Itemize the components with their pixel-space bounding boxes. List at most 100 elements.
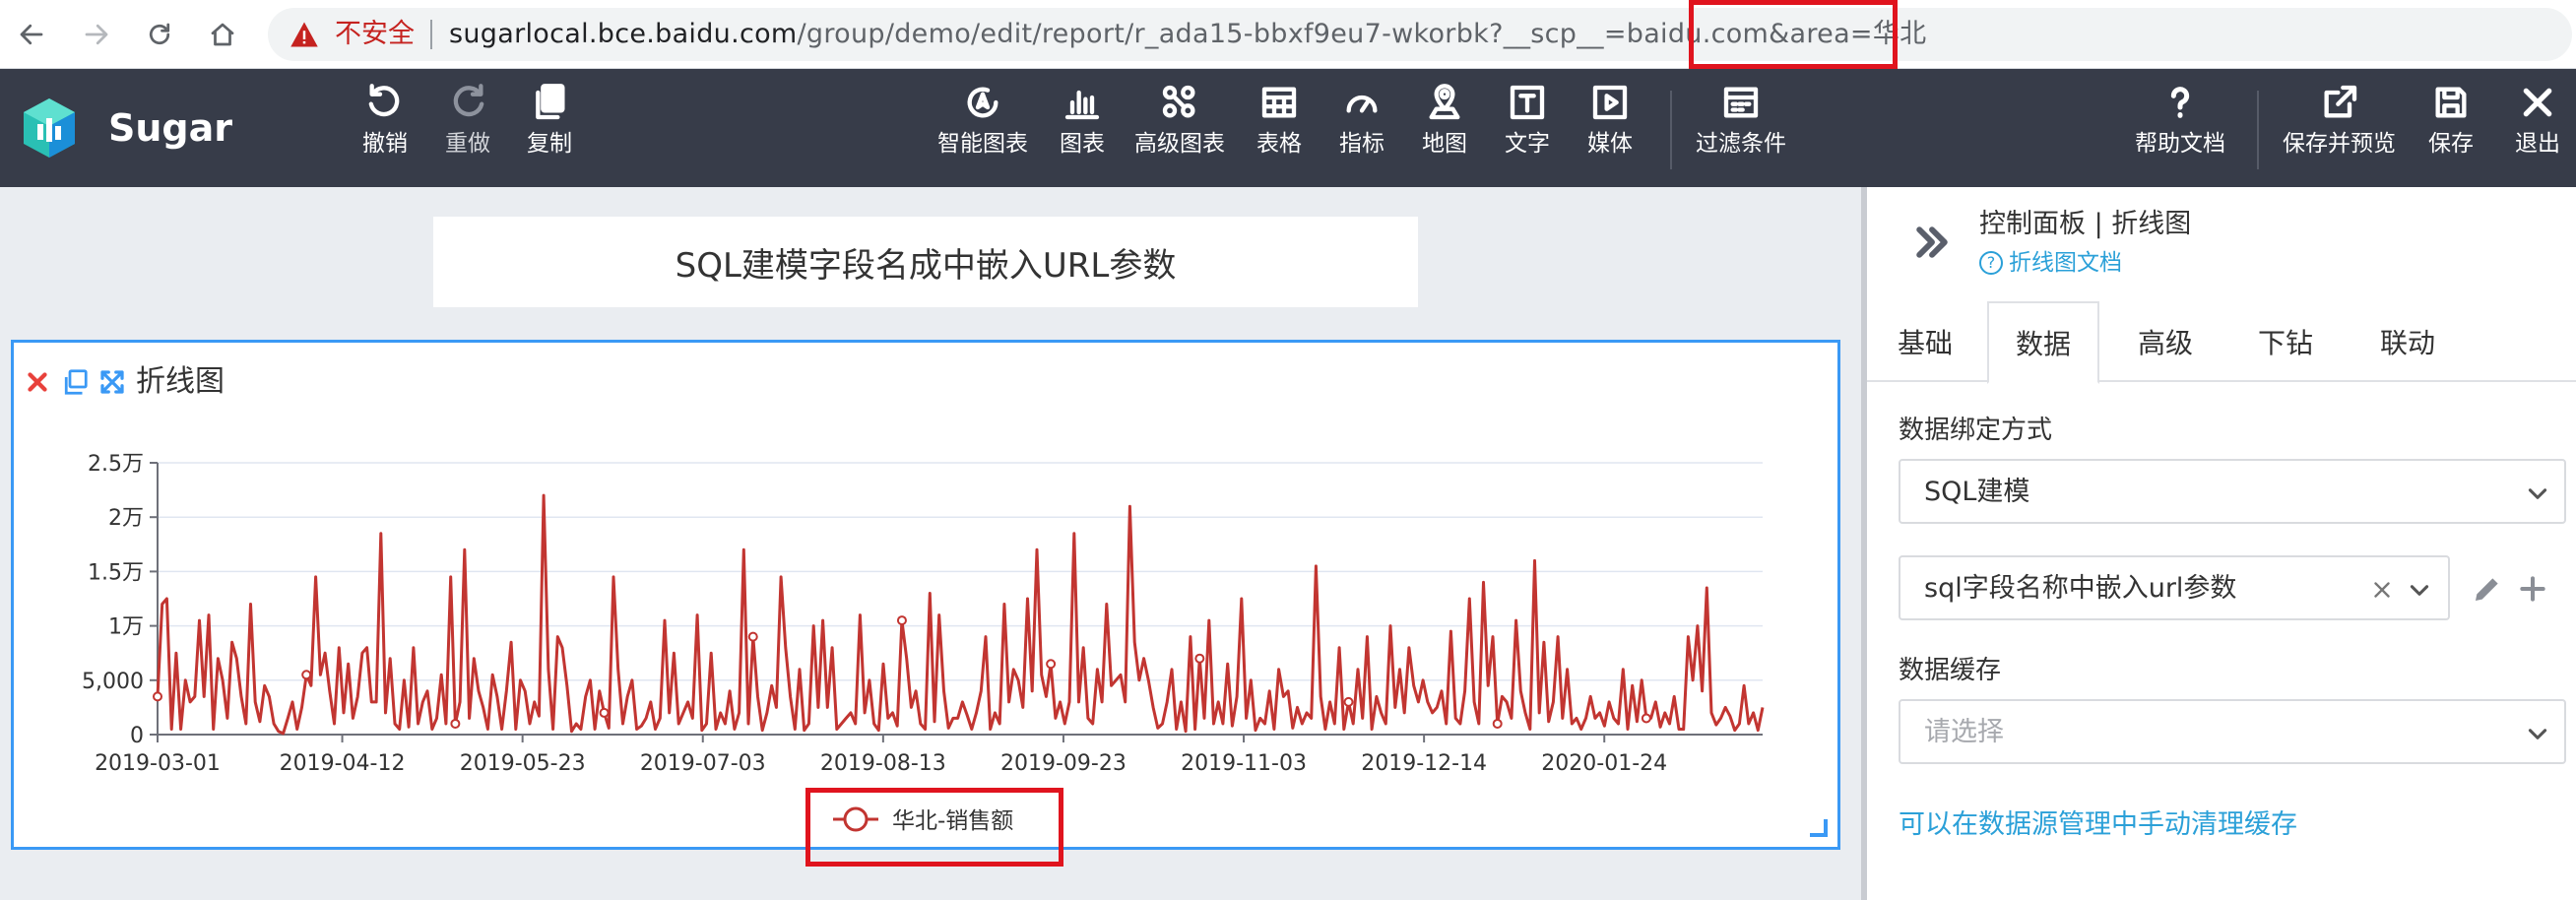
expand-icon[interactable] bbox=[97, 367, 127, 397]
bar-chart-icon bbox=[1064, 90, 1100, 120]
tab-basic[interactable]: 基础 bbox=[1867, 301, 1983, 382]
edit-pencil-icon[interactable] bbox=[2472, 573, 2503, 605]
home-icon bbox=[211, 23, 234, 46]
control-panel: 控制面板 | 折线图 ? 折线图文档 基础 数据 高级 下钻 联动 数据绑定方式 … bbox=[1861, 187, 2576, 900]
warning-icon bbox=[290, 22, 318, 47]
redo-label: 重做 bbox=[445, 131, 490, 157]
media-label: 媒体 bbox=[1587, 131, 1633, 157]
url-param-highlight bbox=[1689, 0, 1898, 69]
app-toolbar: Sugar 撤销 重做 复制 智能图表 图表 高级图表 表格 指标 地图 文字 bbox=[0, 69, 2576, 187]
tab-linkage[interactable]: 联动 bbox=[2344, 301, 2472, 382]
chevron-down-icon bbox=[2528, 729, 2547, 739]
help-button[interactable]: 帮助文档 bbox=[2135, 83, 2225, 177]
panel-title: 控制面板 | 折线图 bbox=[1979, 209, 2192, 239]
browser-bar: 不安全 sugarlocal.bce.baidu.com/group/demo/… bbox=[0, 0, 2576, 69]
data-cache-placeholder: 请选择 bbox=[1924, 717, 2004, 747]
binding-method-select[interactable]: SQL建模 bbox=[1899, 459, 2566, 524]
resize-handle[interactable] bbox=[1810, 819, 1828, 837]
back-button[interactable] bbox=[12, 14, 51, 55]
indicator-label: 指标 bbox=[1339, 131, 1385, 157]
binding-method-label: 数据绑定方式 bbox=[1899, 416, 2053, 445]
toolbar-divider bbox=[2257, 91, 2259, 169]
map-label: 地图 bbox=[1422, 131, 1467, 157]
question-icon: ? bbox=[1979, 251, 2003, 275]
text-button[interactable]: 文字 bbox=[1505, 83, 1550, 177]
redo-button[interactable]: 重做 bbox=[445, 83, 490, 177]
reload-icon bbox=[149, 23, 170, 45]
panel-tabs: 基础 数据 高级 下钻 联动 bbox=[1867, 301, 2576, 384]
table-button[interactable]: 表格 bbox=[1256, 83, 1302, 177]
save-preview-label: 保存并预览 bbox=[2283, 131, 2396, 157]
legend-highlight bbox=[805, 788, 1063, 867]
chart-doc-label: 折线图文档 bbox=[2009, 250, 2122, 276]
chart-button[interactable]: 图表 bbox=[1060, 83, 1105, 177]
omnibox-divider bbox=[430, 20, 432, 49]
undo-label: 撤销 bbox=[362, 131, 408, 157]
save-label: 保存 bbox=[2428, 131, 2474, 157]
tab-data[interactable]: 数据 bbox=[1987, 301, 2099, 384]
gauge-icon bbox=[1346, 95, 1378, 113]
undo-icon bbox=[368, 84, 400, 117]
url-host: sugarlocal.bce.baidu.com bbox=[449, 19, 798, 49]
report-title[interactable]: SQL建模字段名成中嵌入URL参数 bbox=[433, 217, 1418, 307]
chart-title: 折线图 bbox=[136, 364, 225, 399]
external-link-icon bbox=[2324, 85, 2356, 118]
home-button[interactable] bbox=[203, 14, 242, 55]
table-label: 表格 bbox=[1256, 131, 1302, 157]
brand-name: Sugar bbox=[108, 106, 233, 150]
double-chevron-right-icon[interactable] bbox=[1910, 221, 1954, 264]
address-bar[interactable]: 不安全 sugarlocal.bce.baidu.com/group/demo/… bbox=[268, 8, 2572, 61]
advanced-chart-button[interactable]: 高级图表 bbox=[1134, 83, 1225, 177]
save-icon bbox=[2435, 87, 2467, 118]
arrow-left-icon bbox=[20, 24, 43, 45]
media-play-icon bbox=[1592, 85, 1628, 120]
clear-icon[interactable] bbox=[2369, 577, 2395, 603]
data-cache-select[interactable]: 请选择 bbox=[1899, 699, 2566, 764]
map-pin-icon bbox=[1429, 84, 1460, 120]
exit-label: 退出 bbox=[2515, 131, 2560, 157]
arrow-right-icon bbox=[85, 24, 108, 45]
duplicate-icon[interactable] bbox=[60, 367, 90, 397]
forward-button[interactable] bbox=[77, 14, 116, 55]
text-label: 文字 bbox=[1505, 131, 1550, 157]
tab-drilldown[interactable]: 下钻 bbox=[2227, 301, 2344, 382]
save-button[interactable]: 保存 bbox=[2428, 83, 2474, 177]
map-button[interactable]: 地图 bbox=[1422, 83, 1467, 177]
sql-model-select[interactable]: sql字段名称中嵌入url参数 bbox=[1899, 555, 2450, 620]
toolbar-divider bbox=[1670, 91, 1672, 169]
advanced-chart-icon bbox=[1162, 85, 1195, 118]
filter-icon bbox=[1723, 87, 1759, 118]
plus-icon[interactable] bbox=[2517, 573, 2548, 605]
filter-button[interactable]: 过滤条件 bbox=[1696, 83, 1786, 177]
text-icon bbox=[1510, 85, 1545, 120]
help-icon bbox=[2170, 87, 2190, 118]
chevron-down-icon bbox=[2410, 585, 2429, 596]
tab-advanced[interactable]: 高级 bbox=[2103, 301, 2227, 382]
reload-button[interactable] bbox=[140, 14, 179, 55]
help-label: 帮助文档 bbox=[2135, 131, 2225, 157]
filter-label: 过滤条件 bbox=[1696, 131, 1786, 157]
exit-button[interactable]: 退出 bbox=[2515, 83, 2560, 177]
smart-chart-icon bbox=[967, 87, 998, 118]
delete-icon[interactable] bbox=[23, 367, 52, 397]
copy-label: 复制 bbox=[527, 131, 572, 157]
clear-cache-link[interactable]: 可以在数据源管理中手动清理缓存 bbox=[1899, 807, 2297, 843]
media-button[interactable]: 媒体 bbox=[1587, 83, 1633, 177]
binding-method-value: SQL建模 bbox=[1924, 477, 2030, 507]
undo-button[interactable]: 撤销 bbox=[362, 83, 408, 177]
advanced-chart-label: 高级图表 bbox=[1134, 131, 1225, 157]
line-chart-widget[interactable]: 折线图 bbox=[11, 340, 1840, 850]
copy-button[interactable]: 复制 bbox=[527, 83, 572, 177]
copy-icon bbox=[536, 84, 565, 120]
data-cache-label: 数据缓存 bbox=[1899, 656, 2002, 685]
chart-doc-link[interactable]: ? 折线图文档 bbox=[1979, 248, 2122, 278]
chart-label: 图表 bbox=[1060, 131, 1105, 157]
close-icon bbox=[2523, 88, 2552, 117]
smart-chart-button[interactable]: 智能图表 bbox=[937, 83, 1028, 177]
chevron-down-icon bbox=[2528, 488, 2547, 499]
sugar-logo-icon bbox=[24, 98, 75, 158]
table-icon bbox=[1261, 87, 1297, 118]
save-preview-button[interactable]: 保存并预览 bbox=[2283, 83, 2396, 177]
indicator-button[interactable]: 指标 bbox=[1339, 83, 1385, 177]
smart-chart-label: 智能图表 bbox=[937, 131, 1028, 157]
